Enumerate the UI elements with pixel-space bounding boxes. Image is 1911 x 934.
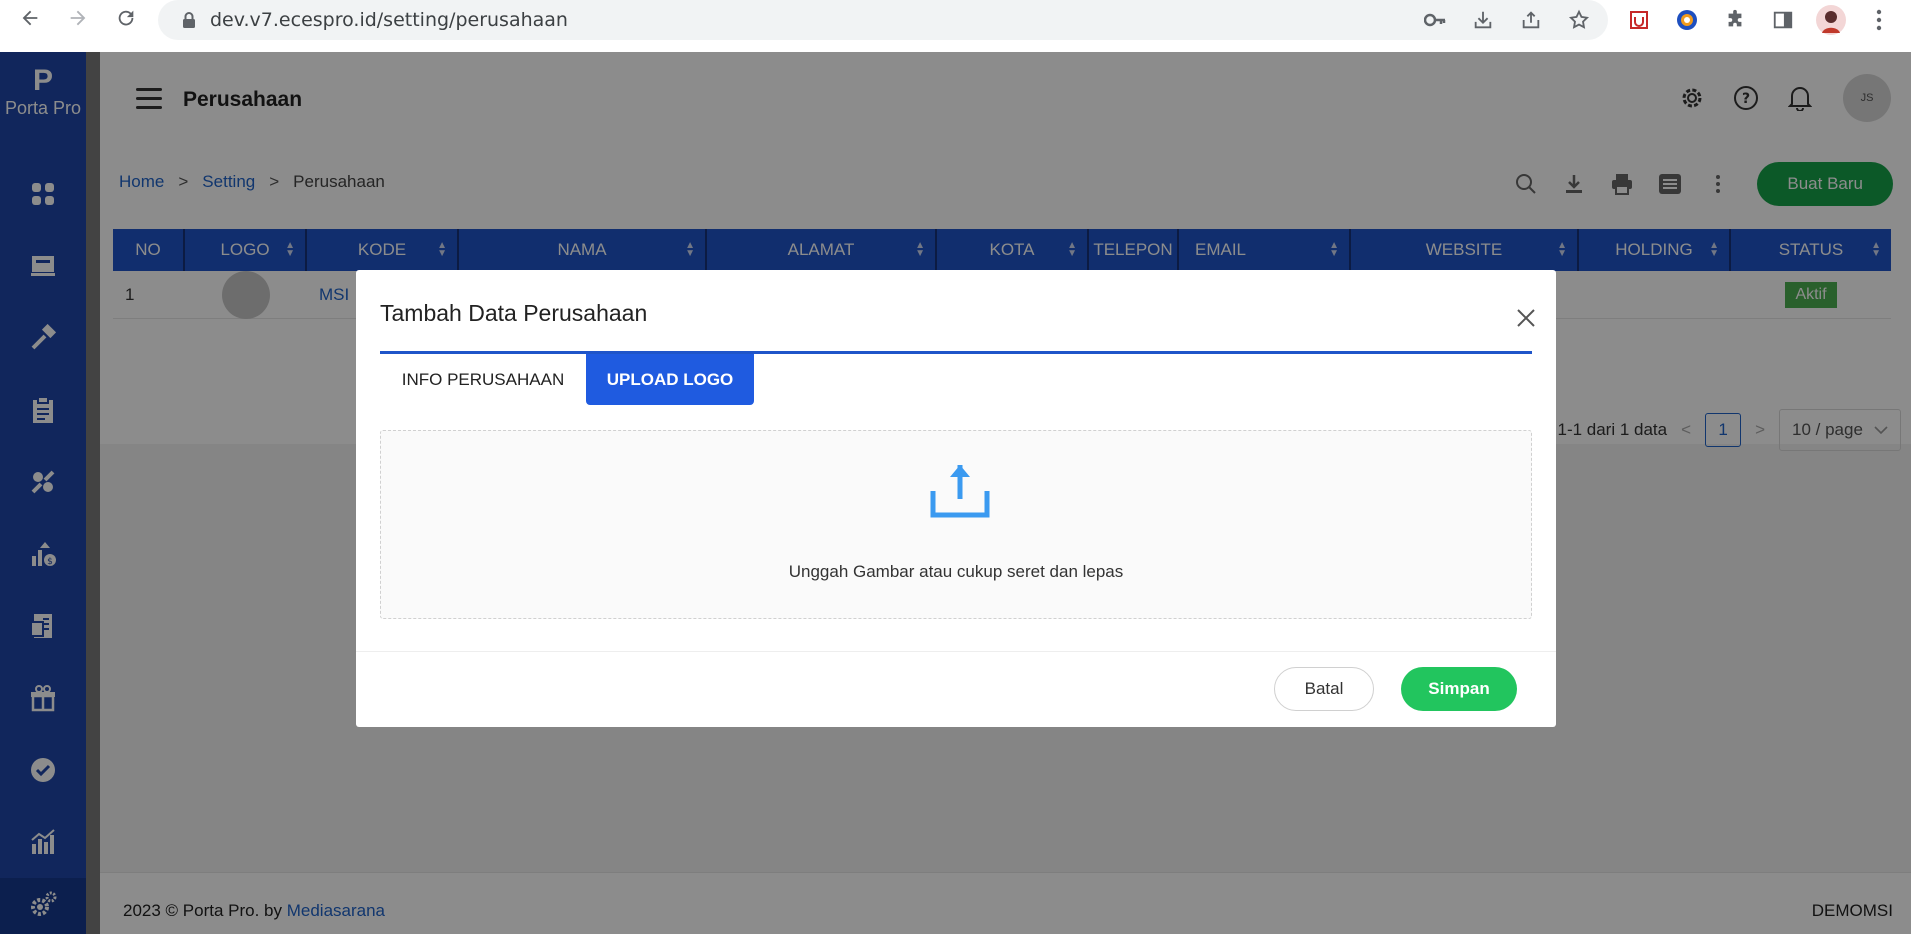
url-text: dev.v7.ecespro.id/setting/perusahaan [210, 9, 568, 31]
upload-icon [929, 461, 991, 521]
tab-upload-logo[interactable]: UPLOAD LOGO [586, 354, 754, 405]
logo-upload-dropzone[interactable]: Unggah Gambar atau cukup seret dan lepas [380, 430, 1532, 619]
browser-menu-icon[interactable] [1862, 3, 1896, 37]
browser-toolbar: dev.v7.ecespro.id/setting/perusahaan [0, 0, 1911, 52]
share-icon[interactable] [1514, 3, 1548, 37]
tab-info-perusahaan[interactable]: INFO PERUSAHAAN [380, 354, 586, 405]
shield-extension-icon[interactable] [1622, 3, 1656, 37]
key-icon[interactable] [1418, 3, 1452, 37]
lock-icon [176, 11, 202, 29]
address-bar[interactable]: dev.v7.ecespro.id/setting/perusahaan [158, 0, 1608, 40]
upload-hint: Unggah Gambar atau cukup seret dan lepas [788, 562, 1124, 581]
back-icon[interactable] [6, 0, 54, 36]
save-button[interactable]: Simpan [1401, 667, 1517, 711]
modal-tabs: INFO PERUSAHAAN UPLOAD LOGO [380, 351, 1532, 405]
modal-divider [356, 651, 1556, 652]
forward-icon[interactable] [54, 0, 102, 36]
install-app-icon[interactable] [1466, 3, 1500, 37]
add-company-modal: Tambah Data Perusahaan INFO PERUSAHAAN U… [356, 270, 1556, 727]
modal-title: Tambah Data Perusahaan [380, 300, 648, 326]
bookmark-star-icon[interactable] [1562, 3, 1596, 37]
cancel-button[interactable]: Batal [1274, 667, 1374, 711]
reload-icon[interactable] [102, 0, 150, 36]
profile-avatar-icon[interactable] [1814, 3, 1848, 37]
vpn-extension-icon[interactable] [1670, 3, 1704, 37]
extensions-puzzle-icon[interactable] [1718, 3, 1752, 37]
side-panel-icon[interactable] [1766, 3, 1800, 37]
close-icon[interactable] [1514, 306, 1538, 330]
